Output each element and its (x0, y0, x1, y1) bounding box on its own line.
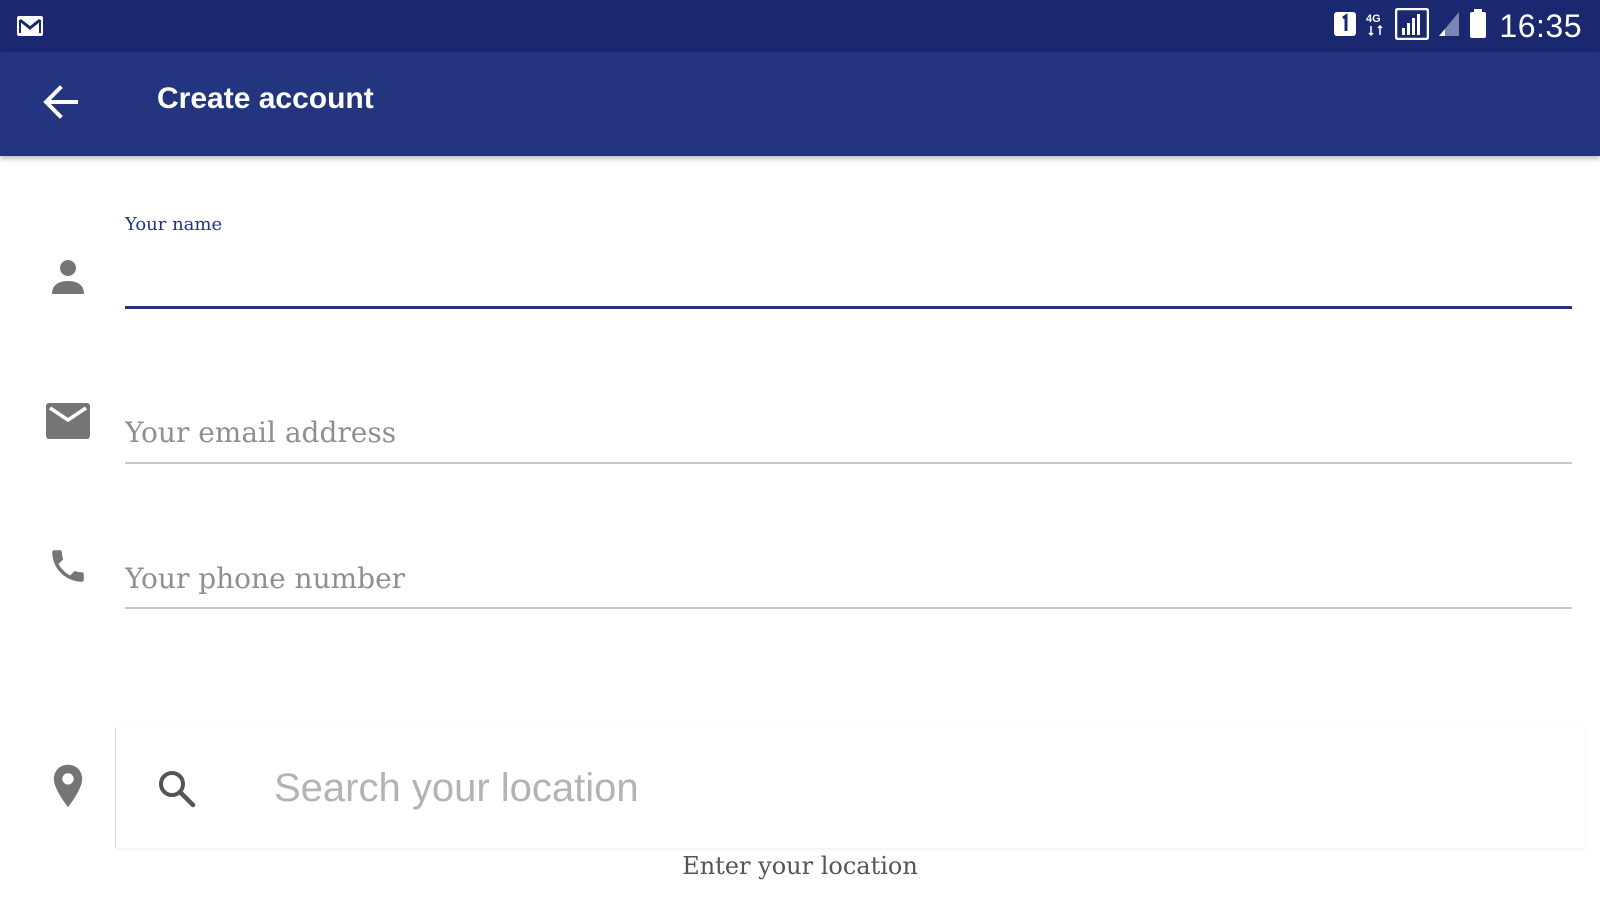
location-helper-text: Enter your location (682, 852, 918, 880)
location-pin-icon (44, 762, 92, 810)
gmail-notification-icon (16, 14, 44, 38)
signal-icon (1395, 7, 1430, 44)
name-field-label: Your name (125, 214, 223, 235)
email-underline (125, 462, 1572, 464)
email-icon (44, 397, 92, 445)
app-bar: Create account (0, 52, 1600, 156)
name-input[interactable] (125, 256, 1572, 300)
back-button[interactable] (34, 78, 86, 130)
svg-text:4G: 4G (1366, 13, 1381, 25)
email-input[interactable] (125, 410, 1572, 454)
phone-input[interactable] (125, 556, 1572, 600)
page-title: Create account (157, 82, 374, 115)
signal-weak-icon (1437, 10, 1461, 42)
status-time: 16:35 (1499, 7, 1582, 44)
search-icon[interactable] (154, 766, 198, 810)
location-search-box[interactable] (115, 728, 1585, 848)
person-icon (44, 252, 92, 300)
name-field[interactable]: Your name (125, 214, 1572, 316)
arrow-back-icon (40, 82, 80, 126)
phone-icon (44, 542, 92, 590)
name-underline (125, 306, 1572, 309)
location-search-input[interactable] (274, 762, 1534, 814)
notification-badge-icon (1333, 11, 1357, 41)
phone-underline (125, 607, 1572, 609)
battery-icon (1469, 9, 1487, 43)
email-field[interactable] (125, 402, 1572, 472)
status-icons: 4G 16:35 (1333, 0, 1582, 52)
phone-field[interactable] (125, 548, 1572, 618)
4g-icon: 4G (1365, 11, 1387, 41)
status-bar: 4G 16:35 (0, 0, 1600, 52)
